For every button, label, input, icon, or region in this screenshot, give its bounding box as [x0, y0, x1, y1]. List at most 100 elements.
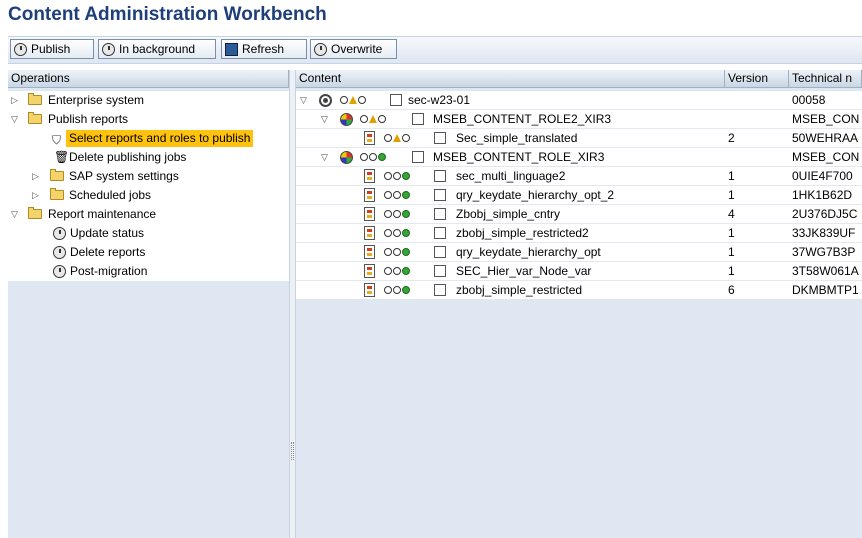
status-lights-icon [384, 229, 410, 238]
clock-icon [314, 42, 327, 56]
version-cell: 1 [728, 188, 735, 202]
tree-item-enterprise-system[interactable]: ▷ Enterprise system [8, 91, 289, 110]
collapse-icon[interactable]: ▽ [321, 148, 328, 167]
in-background-label: In background [119, 42, 196, 56]
row-checkbox[interactable] [434, 132, 446, 144]
expand-icon[interactable]: ▷ [11, 91, 18, 110]
row-checkbox[interactable] [434, 265, 446, 277]
refresh-button[interactable]: Refresh [221, 39, 307, 59]
clock-icon [102, 42, 115, 56]
content-pane: Content Version Technical n ▽ sec-w23-01… [296, 70, 862, 538]
status-lights-icon [384, 134, 410, 143]
tree-item-post-migration[interactable]: Post-migration [8, 262, 289, 281]
technical-name-cell: MSEB_CON [792, 112, 860, 126]
clock-icon [53, 227, 66, 240]
folder-icon [50, 169, 64, 181]
publish-button[interactable]: Publish [10, 39, 94, 59]
operations-pane: Operations ▷ Enterprise system ▽ Publish… [8, 70, 289, 538]
content-name: Sec_simple_translated [456, 131, 578, 145]
table-row[interactable]: zbobj_simple_restricted2 1 33JK839UF [296, 224, 862, 243]
folder-icon [50, 188, 64, 200]
tree-item-delete-publishing-jobs[interactable]: 🗑 Delete publishing jobs [8, 148, 289, 167]
table-row[interactable]: zbobj_simple_restricted 6 DKMBMTP1 [296, 281, 862, 300]
row-checkbox[interactable] [434, 227, 446, 239]
table-row[interactable]: qry_keydate_hierarchy_opt_2 1 1HK1B62D [296, 186, 862, 205]
technical-name-cell: 00058 [792, 93, 826, 107]
column-header-version[interactable]: Version [725, 70, 789, 88]
content-name: sec_multi_linguage2 [456, 169, 566, 183]
table-row[interactable]: SEC_Hier_var_Node_var 1 3T58W061A [296, 262, 862, 281]
folder-open-icon [28, 112, 42, 124]
system-icon [319, 94, 332, 107]
row-checkbox[interactable] [434, 170, 446, 182]
role-icon [340, 113, 353, 126]
tree-item-sap-system-settings[interactable]: ▷ SAP system settings [8, 167, 289, 186]
expand-icon[interactable]: ▷ [32, 186, 39, 205]
row-checkbox[interactable] [390, 94, 402, 106]
tree-item-label: Delete reports [70, 245, 146, 259]
pane-splitter[interactable] [289, 70, 296, 538]
content-name: MSEB_CONTENT_ROLE2_XIR3 [433, 112, 612, 126]
status-lights-icon [360, 153, 386, 162]
content-name: Zbobj_simple_cntry [456, 207, 561, 221]
row-checkbox[interactable] [412, 113, 424, 125]
tree-item-select-reports[interactable]: ⛉ Select reports and roles to publish [8, 129, 289, 148]
status-lights-icon [384, 286, 410, 295]
publish-label: Publish [31, 42, 71, 56]
content-name: sec-w23-01 [408, 93, 471, 107]
table-row[interactable]: sec_multi_linguage2 1 0UIE4F700 [296, 167, 862, 186]
technical-name-cell: 1HK1B62D [792, 188, 853, 202]
content-name: qry_keydate_hierarchy_opt_2 [456, 188, 615, 202]
row-checkbox[interactable] [434, 284, 446, 296]
in-background-button[interactable]: In background [98, 39, 216, 59]
table-row[interactable]: qry_keydate_hierarchy_opt 1 37WG7B3P [296, 243, 862, 262]
collapse-icon[interactable]: ▽ [300, 91, 307, 110]
splitter-grip-icon [291, 442, 294, 460]
status-lights-icon [384, 210, 410, 219]
folder-icon [28, 93, 42, 105]
status-lights-icon [384, 191, 410, 200]
version-cell: 4 [728, 207, 735, 221]
table-row[interactable]: Sec_simple_translated 2 50WEHRAA [296, 129, 862, 148]
overwrite-button[interactable]: Overwrite [310, 39, 397, 59]
version-cell: 1 [728, 264, 735, 278]
collapse-icon[interactable]: ▽ [11, 110, 18, 129]
technical-name-cell: MSEB_CON [792, 150, 860, 164]
tree-item-label: Publish reports [48, 112, 129, 126]
row-checkbox[interactable] [434, 208, 446, 220]
folder-open-icon [28, 207, 42, 219]
tree-item-publish-reports[interactable]: ▽ Publish reports [8, 110, 289, 129]
column-header-technical-name[interactable]: Technical n [789, 70, 862, 88]
technical-name-cell: 3T58W061A [792, 264, 859, 278]
row-checkbox[interactable] [434, 246, 446, 258]
technical-name-cell: 33JK839UF [792, 226, 856, 240]
operations-header: Operations [8, 70, 289, 88]
status-lights-icon [340, 96, 366, 105]
table-row[interactable]: Zbobj_simple_cntry 4 2U376DJ5C [296, 205, 862, 224]
version-cell: 1 [728, 226, 735, 240]
row-checkbox[interactable] [434, 189, 446, 201]
report-icon [364, 264, 375, 278]
report-icon [364, 226, 375, 240]
table-row[interactable]: ▽ MSEB_CONTENT_ROLE2_XIR3 MSEB_CON [296, 110, 862, 129]
table-row[interactable]: ▽ sec-w23-01 00058 [296, 91, 862, 110]
version-cell: 1 [728, 169, 735, 183]
table-row[interactable]: ▽ MSEB_CONTENT_ROLE_XIR3 MSEB_CON [296, 148, 862, 167]
technical-name-cell: DKMBMTP1 [792, 283, 859, 297]
tree-item-update-status[interactable]: Update status [8, 224, 289, 243]
tree-item-label: Post-migration [70, 264, 148, 278]
tree-item-delete-reports[interactable]: Delete reports [8, 243, 289, 262]
page-title: Content Administration Workbench [8, 4, 327, 25]
tree-item-scheduled-jobs[interactable]: ▷ Scheduled jobs [8, 186, 289, 205]
column-header-content[interactable]: Content [296, 70, 725, 88]
expand-icon[interactable]: ▷ [32, 167, 39, 186]
technical-name-cell: 50WEHRAA [792, 131, 859, 145]
role-icon [340, 151, 353, 164]
content-name: zbobj_simple_restricted [456, 283, 583, 297]
tree-item-report-maintenance[interactable]: ▽ Report maintenance [8, 205, 289, 224]
status-lights-icon [360, 115, 386, 124]
tree-item-label: SAP system settings [69, 169, 179, 183]
collapse-icon[interactable]: ▽ [11, 205, 18, 224]
row-checkbox[interactable] [412, 151, 424, 163]
collapse-icon[interactable]: ▽ [321, 110, 328, 129]
